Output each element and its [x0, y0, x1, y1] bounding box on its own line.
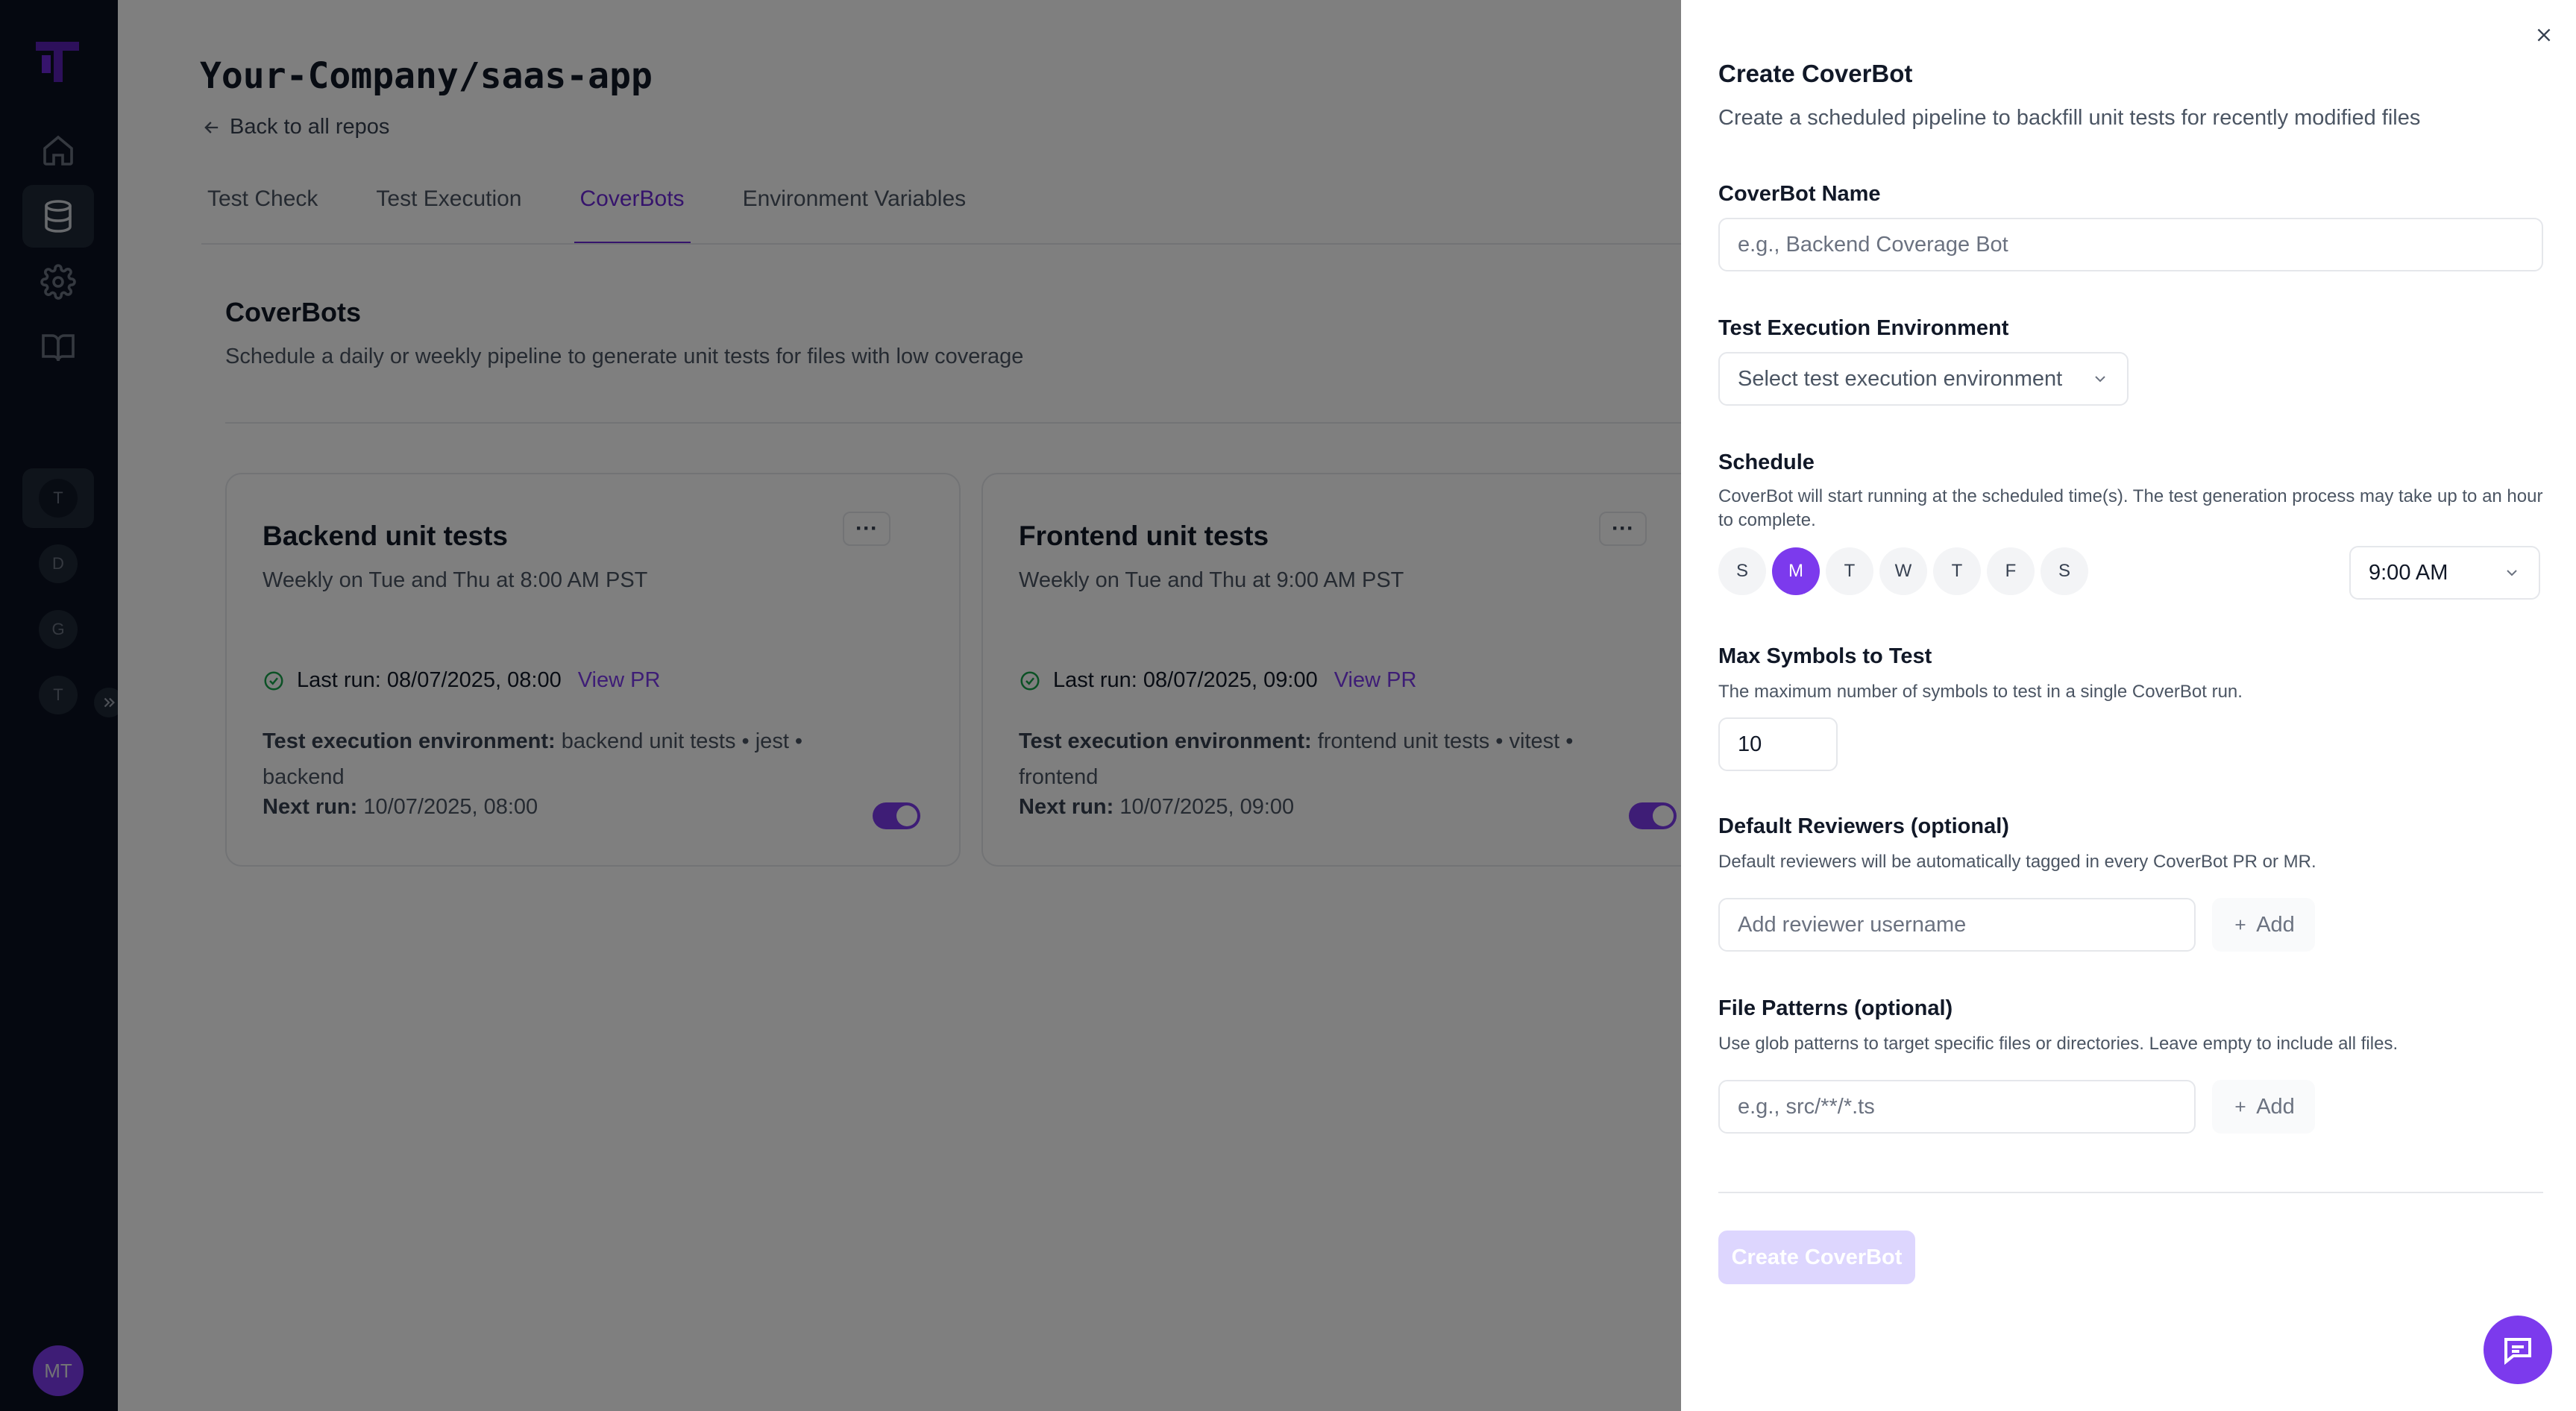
day-thursday[interactable]: T	[1933, 547, 1981, 595]
modal-backdrop[interactable]	[0, 0, 1681, 1411]
day-sunday[interactable]: S	[1718, 547, 1766, 595]
default-reviewers-hint: Default reviewers will be automatically …	[1718, 852, 2316, 872]
drawer-title: Create CoverBot	[1718, 60, 1913, 87]
file-patterns-hint: Use glob patterns to target specific fil…	[1718, 1034, 2398, 1054]
max-symbols-label: Max Symbols to Test	[1718, 644, 1932, 668]
drawer-description: Create a scheduled pipeline to backfill …	[1718, 106, 2421, 130]
time-select[interactable]: 9:00 AM	[2349, 546, 2540, 600]
coverbot-name-label: CoverBot Name	[1718, 182, 1881, 206]
plus-icon	[2235, 1102, 2246, 1112]
add-pattern-label: Add	[2256, 1094, 2295, 1119]
day-tuesday[interactable]: T	[1826, 547, 1873, 595]
reviewer-username-input[interactable]	[1718, 898, 2196, 952]
day-friday[interactable]: F	[1987, 547, 2035, 595]
coverbot-name-input[interactable]	[1718, 218, 2543, 271]
chevron-down-icon	[2095, 376, 2105, 383]
plus-icon	[2235, 920, 2246, 930]
add-pattern-button[interactable]: Add	[2212, 1080, 2315, 1134]
add-reviewer-button[interactable]: Add	[2212, 898, 2315, 952]
day-wednesday[interactable]: W	[1879, 547, 1927, 595]
time-select-value: 9:00 AM	[2369, 560, 2448, 585]
close-icon	[2537, 28, 2551, 42]
day-saturday[interactable]: S	[2041, 547, 2088, 595]
drawer-divider	[1718, 1192, 2543, 1193]
test-env-select[interactable]: Select test execution environment	[1718, 352, 2129, 406]
test-env-label: Test Execution Environment	[1718, 316, 2009, 340]
file-patterns-label: File Patterns (optional)	[1718, 996, 1953, 1020]
day-picker: S M T W T F S	[1718, 547, 2088, 595]
schedule-hint: CoverBot will start running at the sched…	[1718, 486, 2543, 530]
day-monday[interactable]: M	[1772, 547, 1820, 595]
chat-support-button[interactable]	[2484, 1316, 2552, 1384]
create-coverbot-drawer: Create CoverBot Create a scheduled pipel…	[1681, 0, 2576, 1411]
file-pattern-input[interactable]	[1718, 1080, 2196, 1134]
max-symbols-input[interactable]	[1718, 717, 1838, 771]
max-symbols-hint: The maximum number of symbols to test in…	[1718, 682, 2243, 702]
default-reviewers-label: Default Reviewers (optional)	[1718, 814, 2009, 838]
chat-icon	[2504, 1338, 2531, 1366]
add-reviewer-label: Add	[2256, 912, 2295, 937]
create-coverbot-button[interactable]: Create CoverBot	[1718, 1231, 1915, 1284]
chevron-down-icon	[2507, 570, 2517, 576]
schedule-label: Schedule	[1718, 450, 1815, 474]
close-button[interactable]	[2531, 22, 2557, 48]
test-env-select-value: Select test execution environment	[1738, 366, 2063, 391]
